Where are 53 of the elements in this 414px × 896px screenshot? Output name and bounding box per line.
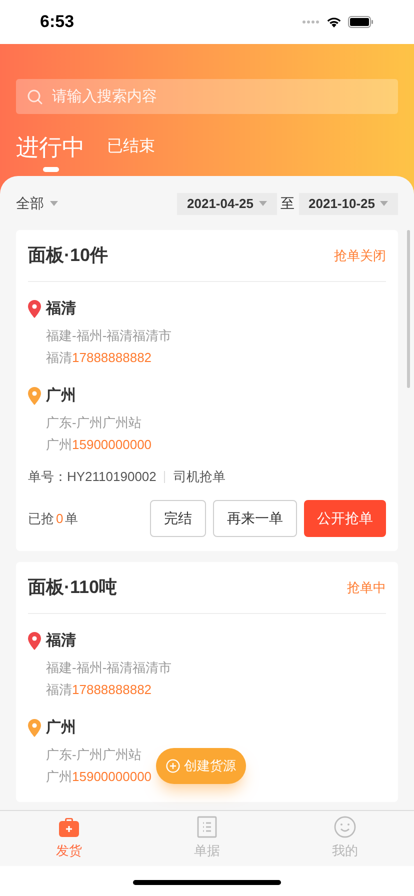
cargo-title: 面板·110吨 xyxy=(28,576,118,599)
phone-link[interactable]: 17888888882 xyxy=(72,679,152,701)
location-pin-icon xyxy=(28,387,41,405)
action-button[interactable]: 公开抢单 xyxy=(304,500,386,537)
order-status: 抢单关闭 xyxy=(334,246,386,265)
cargo-title: 面板·10件 xyxy=(28,244,108,267)
tab[interactable]: 已结束 xyxy=(107,135,155,162)
city-name: 广州 xyxy=(46,386,76,406)
wifi-icon xyxy=(326,16,342,28)
caret-icon xyxy=(258,201,266,206)
action-button[interactable]: 再来一单 xyxy=(213,500,297,537)
plus-circle-icon xyxy=(166,759,180,773)
address-text: 广东-广州广州站 xyxy=(46,414,142,432)
date-picker[interactable]: 2021-04-25 xyxy=(177,192,276,214)
category-dropdown[interactable]: 全部 xyxy=(16,193,58,214)
document-list-icon xyxy=(197,816,217,838)
tab-bar-item[interactable]: 我的 xyxy=(276,811,414,866)
location-pin-icon xyxy=(28,632,41,650)
phone-link[interactable]: 17888888882 xyxy=(72,347,152,369)
grabbed-count: 已抢 0单 xyxy=(28,510,78,528)
contact-name: 福清 xyxy=(46,681,72,699)
smiley-icon xyxy=(334,816,356,838)
case-plus-icon xyxy=(58,816,80,838)
tab-indicator xyxy=(42,167,58,172)
tab-bar-item[interactable]: 发货 xyxy=(0,811,138,866)
contact-name: 广州 xyxy=(46,768,72,786)
city-name: 福清 xyxy=(46,630,76,651)
status-time: 6:53 xyxy=(40,11,74,34)
address-text: 广东-广州广州站 xyxy=(46,746,142,764)
search-icon xyxy=(27,89,43,105)
order-source: 司机抢单 xyxy=(173,468,226,486)
phone-link[interactable]: 15900000000 xyxy=(72,766,152,788)
city-name: 广州 xyxy=(46,718,76,738)
tab[interactable]: 进行中 xyxy=(16,132,85,162)
city-name: 福清 xyxy=(46,298,76,319)
battery-icon xyxy=(348,16,374,28)
order-status: 抢单中 xyxy=(347,578,386,597)
contact-name: 福清 xyxy=(46,349,72,367)
phone-link[interactable]: 15900000000 xyxy=(72,434,152,456)
contact-name: 广州 xyxy=(46,436,72,454)
caret-icon xyxy=(380,201,388,206)
location-pin-icon xyxy=(28,719,41,737)
create-button[interactable]: 创建货源 xyxy=(156,748,246,784)
location-pin-icon xyxy=(28,300,41,318)
tab-bar-item[interactable]: 单据 xyxy=(138,811,276,866)
order-number: 单号：HY2110190002 xyxy=(28,468,156,486)
address-text: 福建-福州-福清福清市 xyxy=(46,327,172,345)
date-picker[interactable]: 2021-10-25 xyxy=(298,192,398,214)
action-button[interactable]: 完结 xyxy=(150,500,206,537)
caret-icon xyxy=(50,201,58,206)
date-separator: 至 xyxy=(280,194,294,213)
signal-icon xyxy=(302,20,320,24)
address-text: 福建-福州-福清福清市 xyxy=(46,659,172,677)
